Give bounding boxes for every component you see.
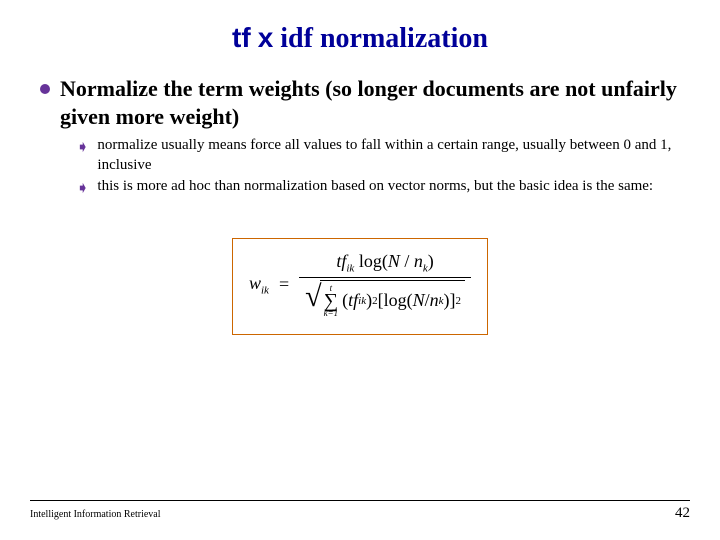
- formula-container: wik = tfik log(N / nk) √ t: [40, 238, 680, 335]
- page-number: 42: [675, 505, 690, 522]
- summation: t ∑ k=1: [324, 284, 339, 318]
- radicand: t ∑ k=1 (tfik)2[log(N / nk)]2: [320, 280, 465, 318]
- square-root: √ t ∑ k=1 (tfik)2[log(N / nk)]2: [305, 280, 465, 318]
- footer-divider: [30, 500, 690, 501]
- formula: wik = tfik log(N / nk) √ t: [249, 249, 471, 320]
- footer-source: Intelligent Information Retrieval: [30, 509, 161, 520]
- formula-lhs: wik: [249, 273, 269, 297]
- formula-box: wik = tfik log(N / nk) √ t: [232, 238, 488, 335]
- content-area: Normalize the term weights (so longer do…: [0, 75, 720, 335]
- arrow-icon: ➧: [76, 178, 89, 198]
- sub-bullet-text: normalize usually means force all values…: [97, 136, 680, 175]
- denominator: √ t ∑ k=1 (tfik)2[log(N / nk)]2: [299, 278, 471, 320]
- bullet1-text: Normalize the term weights (so longer do…: [60, 75, 680, 130]
- radical-icon: √: [305, 282, 321, 320]
- bullet-level2: ➧ this is more ad hoc than normalization…: [76, 177, 680, 198]
- fraction: tfik log(N / nk) √ t ∑ k=1: [299, 249, 471, 320]
- bullet-dot-icon: [40, 84, 50, 94]
- bullet-level2: ➧ normalize usually means force all valu…: [76, 136, 680, 175]
- arrow-icon: ➧: [76, 137, 89, 157]
- equals-sign: =: [279, 274, 289, 295]
- footer: Intelligent Information Retrieval 42: [30, 500, 690, 522]
- title-rest: idf normalization: [280, 23, 488, 54]
- slide-title: tf x idf normalization: [0, 0, 720, 75]
- bullet-level1: Normalize the term weights (so longer do…: [40, 75, 680, 130]
- title-tf: tf: [232, 22, 251, 53]
- numerator: tfik log(N / nk): [330, 249, 439, 277]
- sub-bullet-list: ➧ normalize usually means force all valu…: [40, 136, 680, 198]
- sub-bullet-text: this is more ad hoc than normalization b…: [97, 177, 653, 197]
- title-x: x: [258, 22, 274, 53]
